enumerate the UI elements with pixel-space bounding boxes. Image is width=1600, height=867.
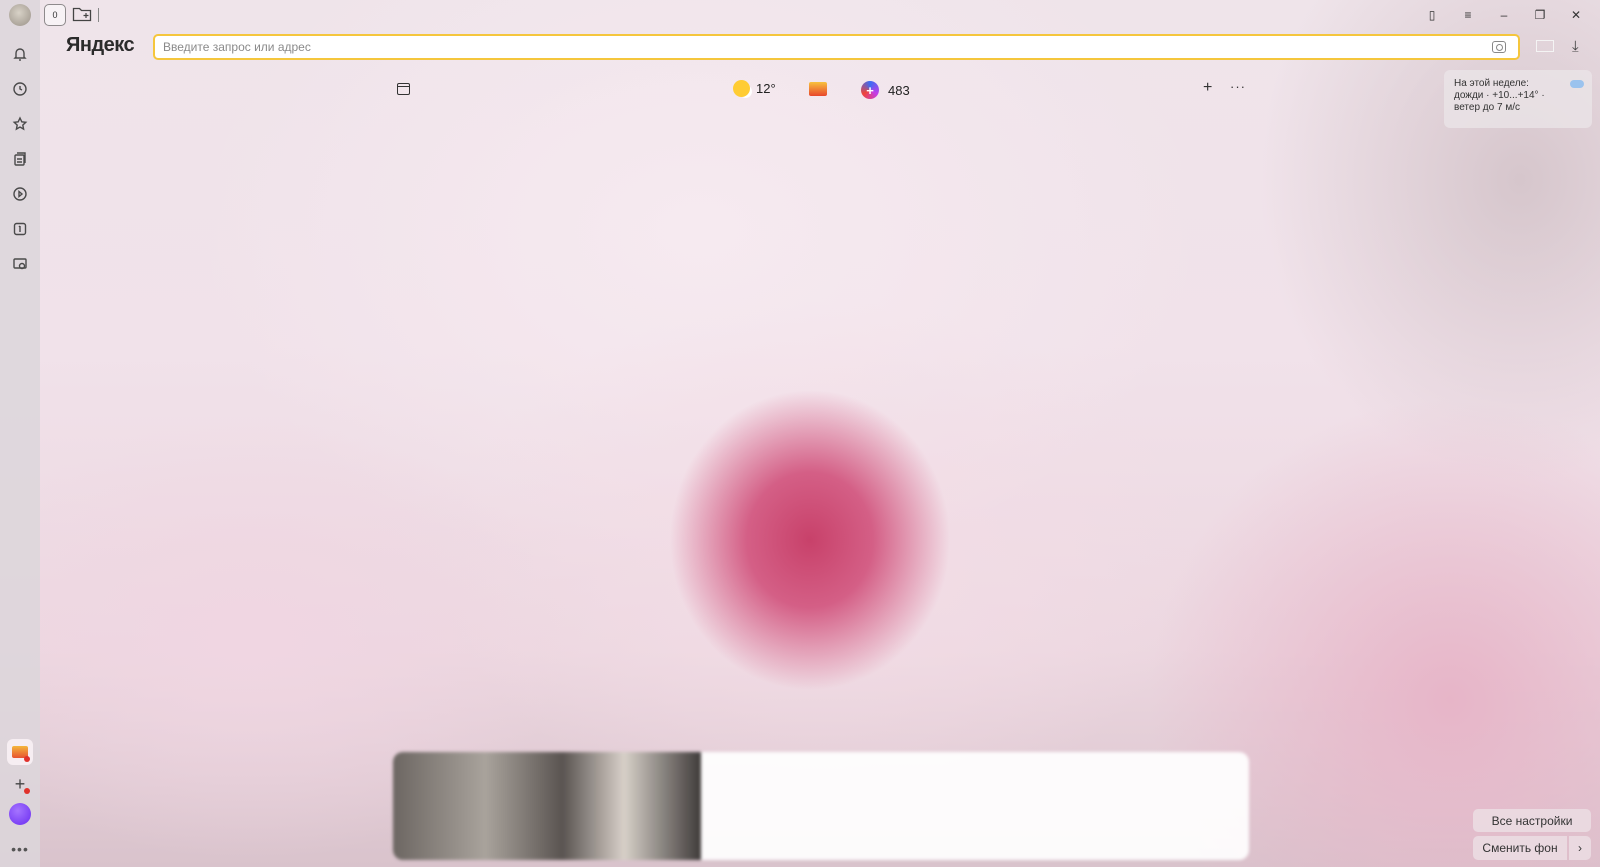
close-icon[interactable]: ✕	[1558, 4, 1594, 26]
menu-icon[interactable]: ≡	[1450, 4, 1486, 26]
restore-icon[interactable]: ❐	[1522, 4, 1558, 26]
collections-toolbar-icon[interactable]: ▯	[1414, 4, 1450, 26]
weather-temperature: 12°	[756, 81, 776, 96]
next-background-button[interactable]: ›	[1569, 836, 1591, 860]
alice-assistant-icon[interactable]	[9, 803, 31, 825]
mail-toolbar-icon[interactable]	[1536, 40, 1554, 52]
news-image	[393, 752, 701, 860]
mail-app-button[interactable]	[7, 739, 33, 765]
window-icon[interactable]	[397, 83, 410, 95]
news-card[interactable]	[393, 752, 1249, 860]
forecast-line: ветер до 7 м/с	[1454, 102, 1520, 113]
address-input[interactable]	[163, 40, 1518, 54]
yandex-logo[interactable]: Яндекс	[66, 34, 135, 57]
notification-dot	[24, 756, 30, 762]
profile-avatar[interactable]	[9, 4, 31, 26]
bookmarks-icon[interactable]	[6, 110, 34, 138]
home-tab-label: 0	[52, 10, 58, 20]
mail-widget-icon[interactable]	[809, 82, 827, 96]
forecast-line: дожди · +10...+14° ·	[1454, 90, 1545, 101]
weather-forecast-card[interactable]: На этой неделе: дожди · +10...+14° · вет…	[1444, 70, 1592, 128]
video-icon[interactable]	[6, 180, 34, 208]
notifications-icon[interactable]	[6, 40, 34, 68]
yandex-plus-icon[interactable]: +	[861, 81, 879, 99]
sun-cloud-icon	[733, 80, 750, 97]
home-tab[interactable]: 0	[44, 4, 66, 26]
notification-dot	[24, 788, 30, 794]
forecast-line: На этой неделе:	[1454, 78, 1529, 89]
sidebar-bottom: + •••	[0, 739, 40, 857]
left-sidebar: + •••	[0, 0, 40, 867]
screenshot-icon[interactable]	[6, 250, 34, 278]
news-text	[701, 752, 741, 860]
weather-widget[interactable]: 12°	[733, 80, 776, 97]
more-options-icon[interactable]: ···	[1230, 79, 1246, 94]
add-widget-icon[interactable]: +	[1203, 79, 1212, 97]
change-background-button[interactable]: Сменить фон	[1473, 836, 1567, 860]
camera-search-icon[interactable]	[1492, 41, 1506, 53]
add-app-button[interactable]: +	[7, 771, 33, 797]
download-icon[interactable]: ⤓	[1572, 38, 1579, 55]
collections-icon[interactable]	[6, 145, 34, 173]
tab-counter-icon[interactable]	[6, 215, 34, 243]
tab-bar: 0 ▯ ≡ – ❐ ✕	[40, 0, 1600, 30]
tab-separator	[98, 8, 99, 22]
plus-points[interactable]: 483	[888, 83, 910, 98]
sidebar-more-icon[interactable]: •••	[11, 841, 29, 857]
folder-icon[interactable]	[72, 6, 92, 22]
cloud-icon	[1570, 80, 1584, 88]
address-bar[interactable]	[153, 34, 1520, 60]
all-settings-button[interactable]: Все настройки	[1473, 809, 1591, 832]
history-icon[interactable]	[6, 75, 34, 103]
window-controls: ▯ ≡ – ❐ ✕	[1414, 4, 1594, 26]
minimize-icon[interactable]: –	[1486, 4, 1522, 26]
